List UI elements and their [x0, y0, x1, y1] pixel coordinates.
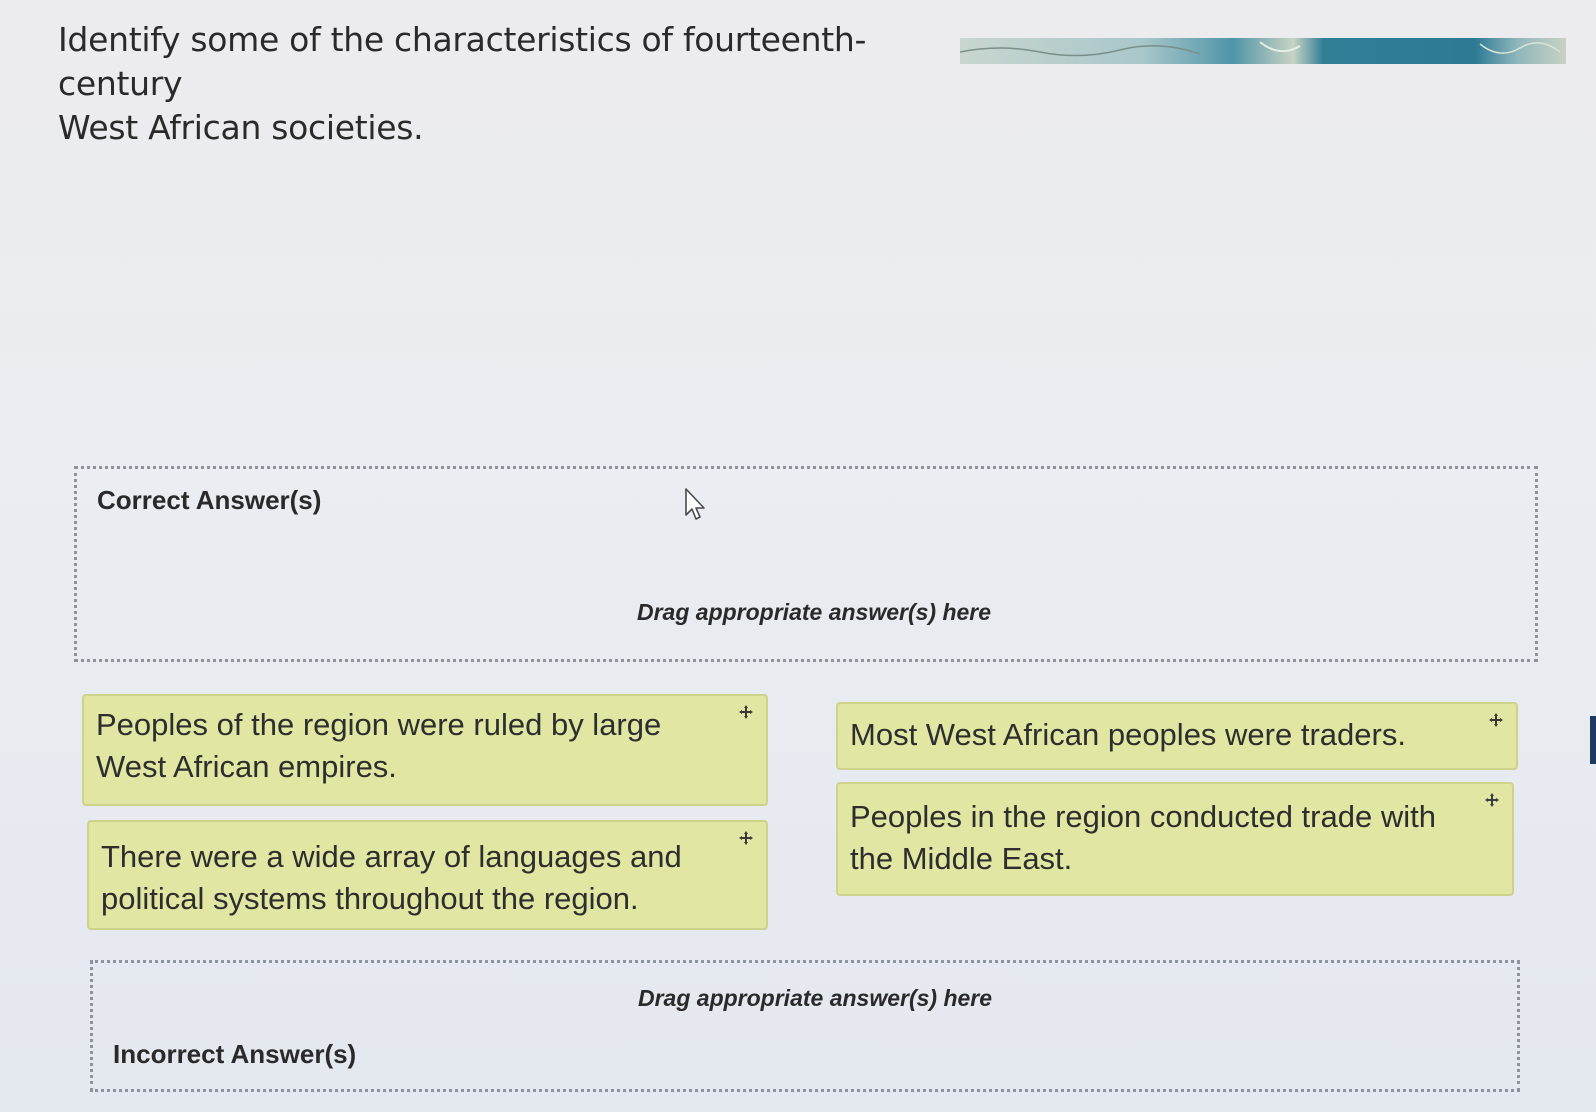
answer-text: Most West African peoples were traders. — [850, 717, 1406, 752]
incorrect-answers-dropzone[interactable]: Drag appropriate answer(s) here Incorrec… — [90, 960, 1520, 1092]
map-image — [960, 38, 1566, 64]
move-icon[interactable] — [738, 830, 754, 846]
question-line-1: Identify some of the characteristics of … — [58, 20, 867, 103]
incorrect-drop-hint: Drag appropriate answer(s) here — [638, 985, 993, 1011]
move-icon[interactable] — [738, 704, 754, 720]
correct-answers-dropzone[interactable]: Correct Answer(s) Drag appropriate answe… — [74, 466, 1538, 662]
answer-card-traders[interactable]: Most West African peoples were traders. — [836, 702, 1518, 770]
mouse-pointer-icon — [685, 488, 705, 520]
move-icon[interactable] — [1484, 792, 1500, 808]
correct-answers-title: Correct Answer(s) — [97, 485, 322, 515]
edge-scroll-indicator — [1590, 716, 1596, 764]
question-text: Identify some of the characteristics of … — [58, 18, 938, 150]
map-icon — [960, 38, 1566, 64]
answer-card-empires[interactable]: Peoples of the region were ruled by larg… — [82, 694, 768, 806]
answer-text: There were a wide array of languages and… — [101, 839, 682, 916]
answer-card-languages[interactable]: There were a wide array of languages and… — [87, 820, 768, 930]
incorrect-answers-title: Incorrect Answer(s) — [113, 1039, 357, 1069]
answer-text: Peoples in the region conducted trade wi… — [850, 799, 1436, 876]
answer-card-middle-east[interactable]: Peoples in the region conducted trade wi… — [836, 782, 1514, 896]
answer-text: Peoples of the region were ruled by larg… — [96, 707, 662, 784]
move-icon[interactable] — [1488, 712, 1504, 728]
question-line-2: West African societies. — [58, 108, 424, 147]
correct-drop-hint: Drag appropriate answer(s) here — [637, 599, 992, 625]
